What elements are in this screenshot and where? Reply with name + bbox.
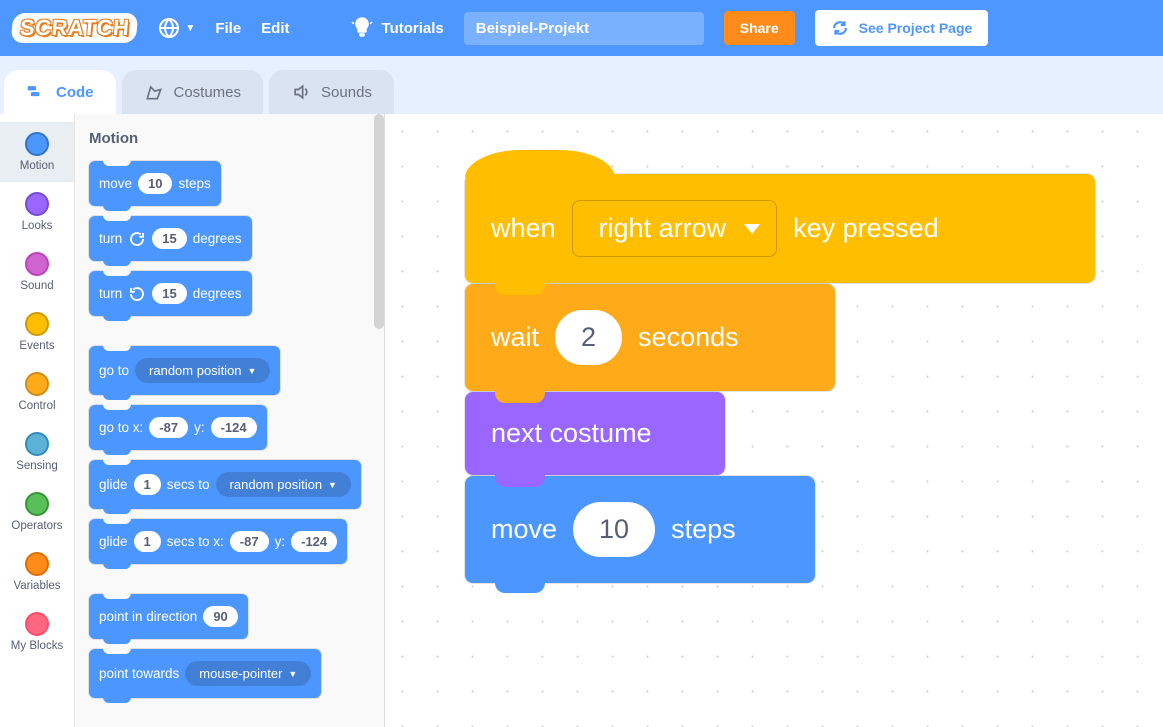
block-palette[interactable]: Motion move 10 steps turn 15 degrees tur…: [75, 114, 385, 727]
category-looks[interactable]: Looks: [0, 182, 74, 242]
palette-scrollbar[interactable]: [374, 114, 384, 329]
tab-sounds[interactable]: Sounds: [269, 70, 394, 114]
category-operators[interactable]: Operators: [0, 482, 74, 542]
language-selector[interactable]: ▼: [157, 16, 195, 40]
rotate-cw-icon: [128, 230, 146, 248]
edit-menu[interactable]: Edit: [261, 20, 289, 37]
block-goto-random[interactable]: go to random position▼: [89, 346, 280, 395]
editor-tabs: Code Costumes Sounds: [0, 56, 1163, 114]
see-project-page-button[interactable]: See Project Page: [815, 10, 989, 46]
goto-x-input[interactable]: -87: [149, 417, 188, 438]
top-menu-bar: SCRATCH ▼ File Edit Tutorials Share See …: [0, 0, 1163, 56]
block-wait-seconds[interactable]: wait 2 seconds: [465, 284, 835, 391]
globe-icon: [157, 16, 181, 40]
code-icon: [26, 82, 46, 102]
goto-y-input[interactable]: -124: [211, 417, 257, 438]
tutorials-button[interactable]: Tutorials: [350, 16, 444, 40]
category-sensing[interactable]: Sensing: [0, 422, 74, 482]
move-steps-big-input[interactable]: 10: [573, 502, 655, 557]
lightbulb-icon: [350, 16, 374, 40]
block-goto-xy[interactable]: go to x: -87 y: -124: [89, 405, 267, 450]
category-myblocks[interactable]: My Blocks: [0, 602, 74, 662]
point-dir-input[interactable]: 90: [203, 606, 237, 627]
turn-cw-input[interactable]: 15: [152, 228, 186, 249]
turn-ccw-input[interactable]: 15: [152, 283, 186, 304]
file-menu[interactable]: File: [215, 20, 241, 37]
scratch-logo[interactable]: SCRATCH: [11, 13, 139, 43]
script-canvas[interactable]: when right arrow key pressed wait 2 seco…: [385, 114, 1163, 727]
point-towards-dropdown[interactable]: mouse-pointer▼: [185, 661, 311, 686]
glide-secs-input[interactable]: 1: [134, 474, 161, 495]
chevron-down-icon: ▼: [288, 669, 297, 679]
block-category-list: Motion Looks Sound Events Control Sensin…: [0, 114, 75, 727]
block-turn-ccw[interactable]: turn 15 degrees: [89, 271, 252, 316]
sounds-icon: [291, 82, 311, 102]
block-point-direction[interactable]: point in direction 90: [89, 594, 248, 639]
block-point-towards[interactable]: point towards mouse-pointer▼: [89, 649, 321, 698]
block-glide-random[interactable]: glide 1 secs to random position▼: [89, 460, 361, 509]
block-turn-cw[interactable]: turn 15 degrees: [89, 216, 252, 261]
hat-cap: [465, 150, 615, 178]
chevron-down-icon: [744, 224, 760, 234]
category-variables[interactable]: Variables: [0, 542, 74, 602]
chevron-down-icon: ▼: [328, 480, 337, 490]
rotate-ccw-icon: [128, 285, 146, 303]
glide-y-input[interactable]: -124: [291, 531, 337, 552]
block-move-steps[interactable]: move 10 steps: [89, 161, 221, 206]
category-motion[interactable]: Motion: [0, 122, 74, 182]
category-control[interactable]: Control: [0, 362, 74, 422]
key-dropdown[interactable]: right arrow: [572, 200, 778, 257]
move-steps-input[interactable]: 10: [138, 173, 172, 194]
costumes-icon: [144, 82, 164, 102]
category-events[interactable]: Events: [0, 302, 74, 362]
glide-target-dropdown[interactable]: random position▼: [216, 472, 351, 497]
refresh-icon: [831, 19, 849, 37]
block-move-steps-big[interactable]: move 10 steps: [465, 476, 815, 583]
chevron-down-icon: ▼: [185, 23, 195, 34]
tab-costumes[interactable]: Costumes: [122, 70, 264, 114]
palette-heading: Motion: [89, 130, 374, 147]
project-title-input[interactable]: [464, 12, 704, 45]
share-button[interactable]: Share: [724, 11, 795, 45]
glide2-secs-input[interactable]: 1: [134, 531, 161, 552]
glide-x-input[interactable]: -87: [230, 531, 269, 552]
workspace: Motion Looks Sound Events Control Sensin…: [0, 114, 1163, 727]
block-next-costume[interactable]: next costume: [465, 392, 725, 475]
chevron-down-icon: ▼: [248, 366, 257, 376]
category-sound[interactable]: Sound: [0, 242, 74, 302]
goto-target-dropdown[interactable]: random position▼: [135, 358, 270, 383]
script-stack[interactable]: when right arrow key pressed wait 2 seco…: [465, 174, 1095, 584]
block-glide-xy[interactable]: glide 1 secs to x: -87 y: -124: [89, 519, 347, 564]
wait-seconds-input[interactable]: 2: [555, 310, 622, 365]
tab-code[interactable]: Code: [4, 70, 116, 114]
block-when-key-pressed[interactable]: when right arrow key pressed: [465, 174, 1095, 283]
